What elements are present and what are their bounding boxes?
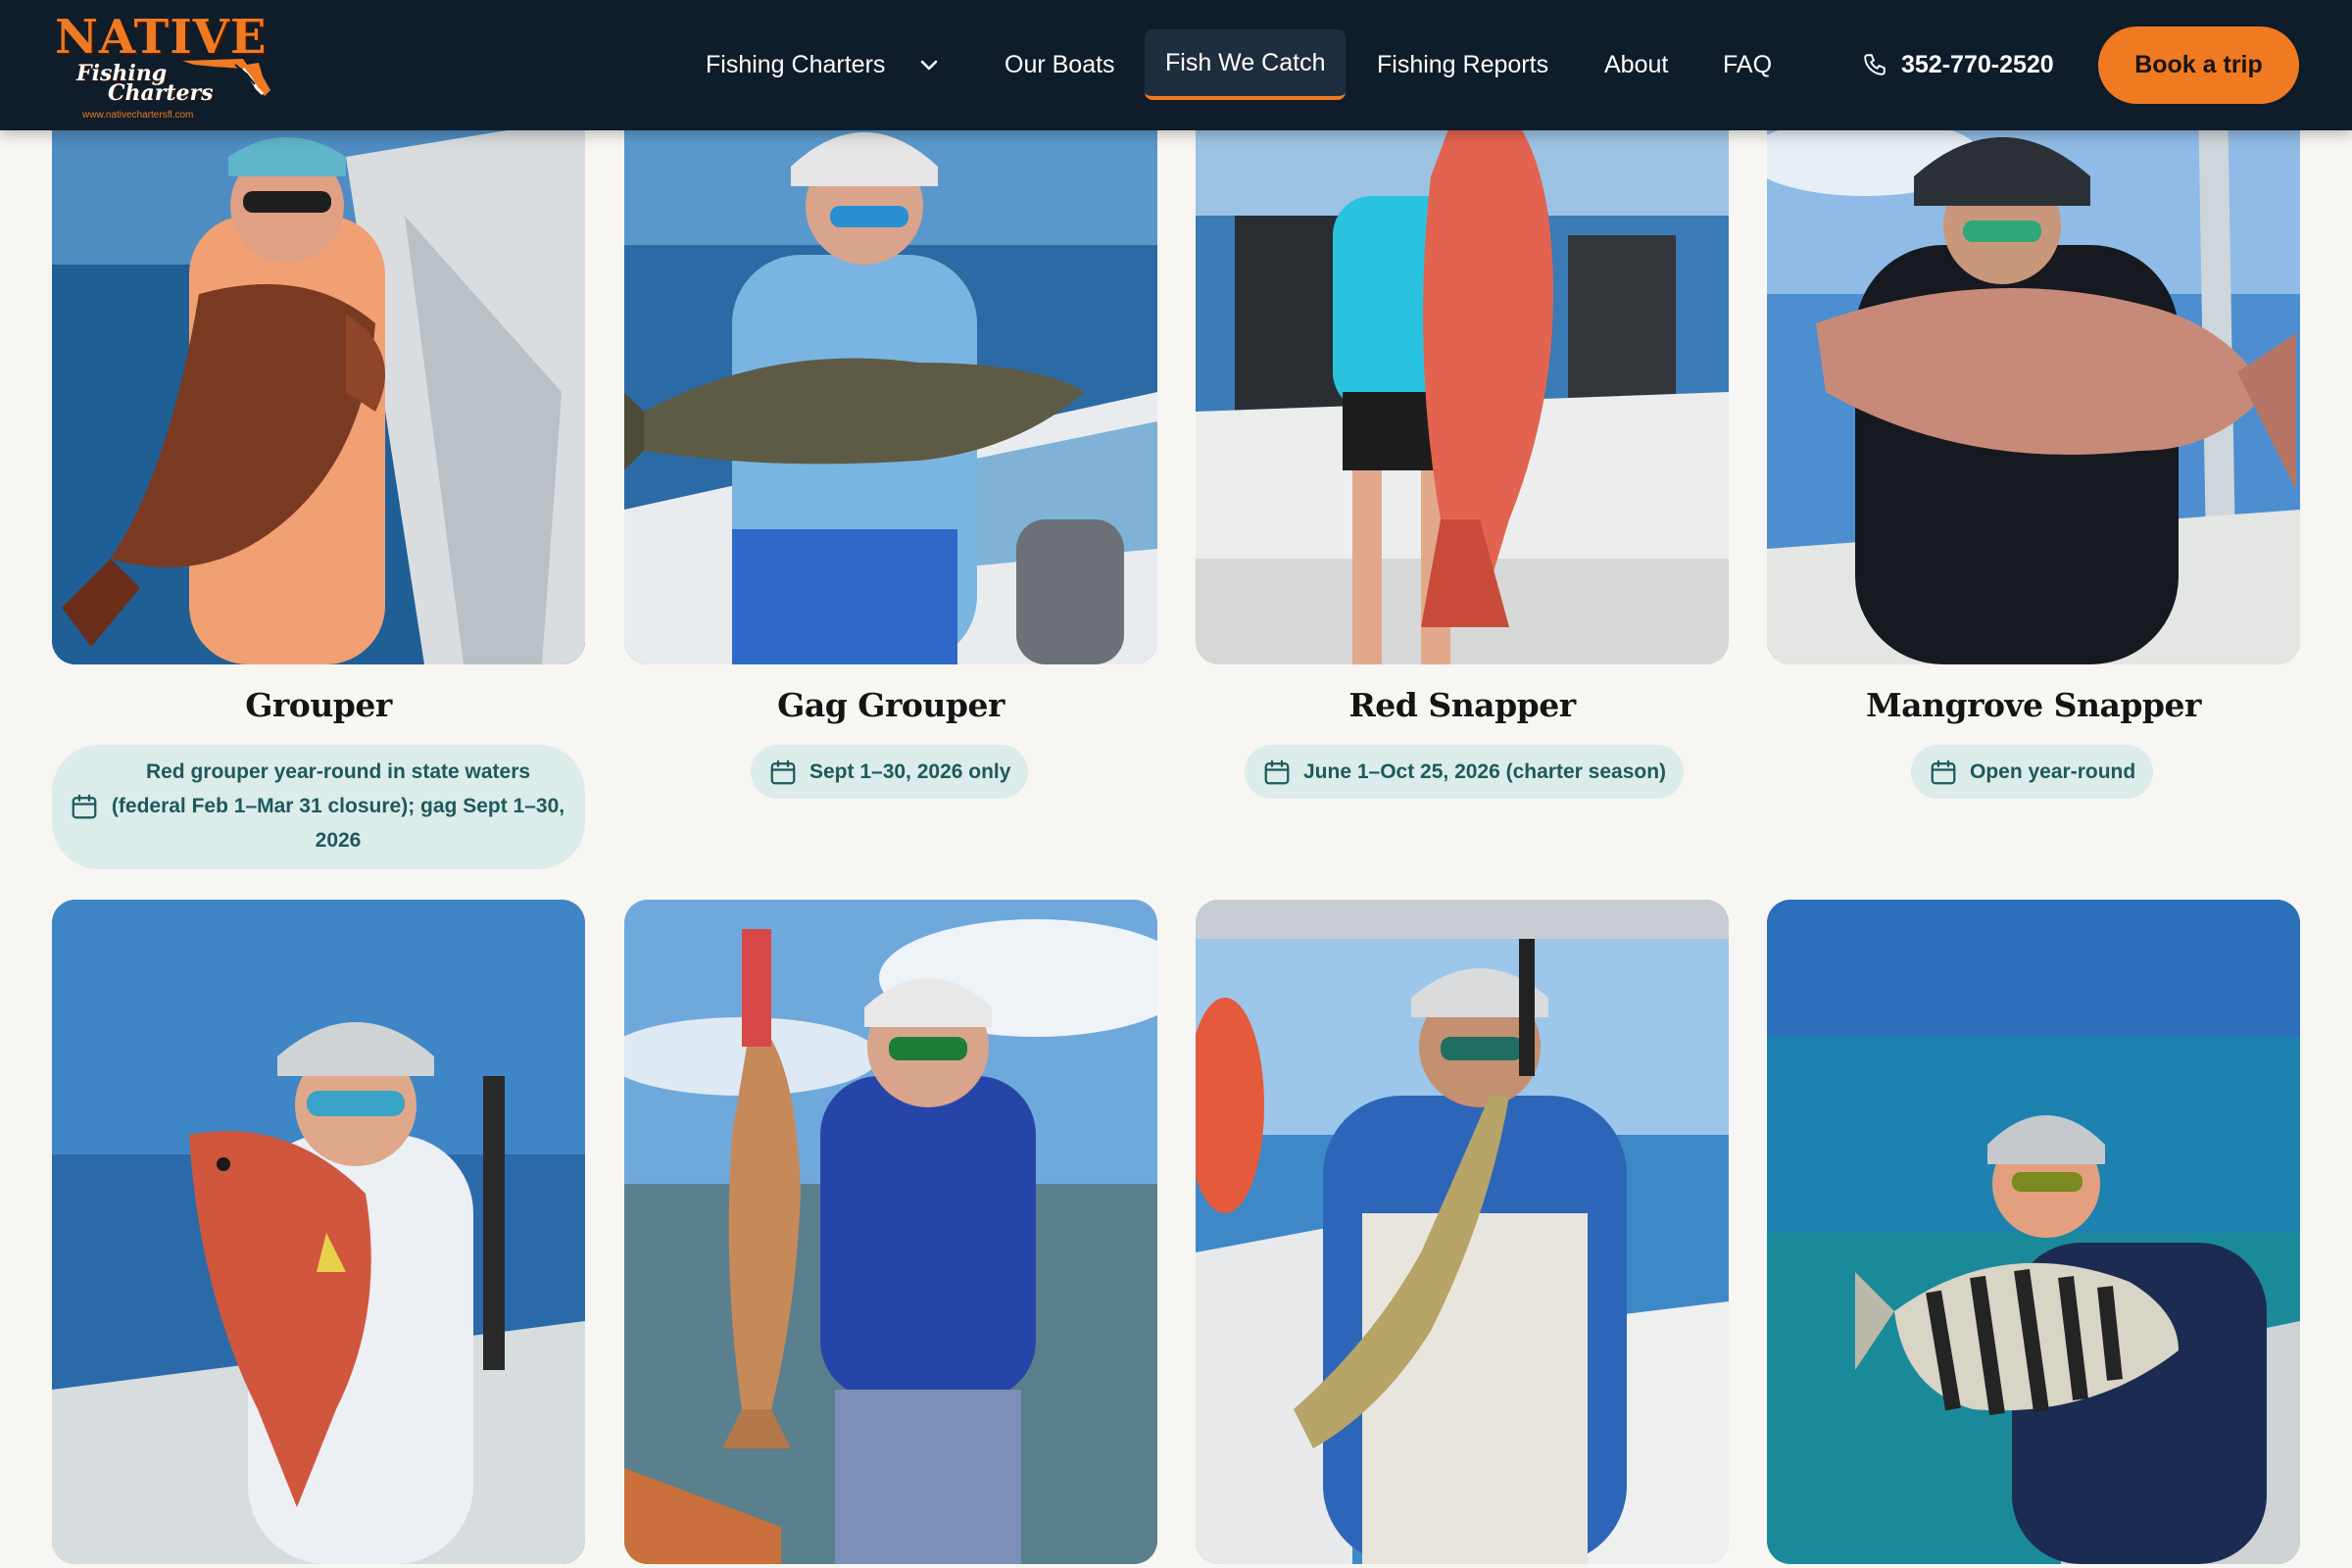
calendar-icon <box>770 760 796 784</box>
fish-photo-grouper[interactable] <box>52 98 585 664</box>
season-badge-red-snapper: June 1–Oct 25, 2026 (charter season) <box>1245 745 1685 799</box>
hogfish-photo-image <box>52 900 585 1564</box>
calendar-icon <box>1264 760 1290 784</box>
logo-url: www.nativechartersfl.com <box>82 110 194 121</box>
fish-name-grouper: Grouper <box>245 686 392 724</box>
nav-fishing-charters-label: Fishing Charters <box>706 50 886 78</box>
grouper-photo-image <box>52 98 585 664</box>
season-text-mangrove-snapper: Open year-round <box>1970 760 2136 783</box>
logo-title: NATIVE <box>55 10 268 65</box>
season-badge-gag-grouper: Sept 1–30, 2026 only <box>751 745 1029 799</box>
season-badge-mangrove-snapper: Open year-round <box>1911 745 2154 799</box>
book-trip-button[interactable]: Book a trip <box>2098 26 2299 104</box>
nav-faq[interactable]: FAQ <box>1723 29 1772 100</box>
nav-fish-we-catch[interactable]: Fish We Catch <box>1145 29 1347 100</box>
nav-about[interactable]: About <box>1604 29 1668 100</box>
fish-photo-red-snapper[interactable] <box>1196 98 1729 664</box>
season-text-grouper: Red grouper year-round in state waters (… <box>111 760 565 852</box>
chevron-down-icon[interactable] <box>918 54 940 75</box>
nav-fishing-charters[interactable]: Fishing Charters <box>706 29 940 100</box>
mangrove-snapper-photo-image <box>1767 98 2300 664</box>
redfish-photo-image <box>624 900 1157 1564</box>
sheepshead-photo-image <box>1767 900 2300 1564</box>
fish-name-red-snapper: Red Snapper <box>1348 686 1576 724</box>
site-header: NATIVE Fishing Charters www.nativecharte… <box>0 0 2352 130</box>
fish-name-mangrove-snapper: Mangrove Snapper <box>1866 686 2201 724</box>
fish-photo-seatrout[interactable] <box>1196 900 1729 1564</box>
phone-icon <box>1864 54 1886 75</box>
red-snapper-photo-image <box>1196 98 1729 664</box>
nav-our-boats[interactable]: Our Boats <box>1004 29 1115 100</box>
gag-grouper-photo-image <box>624 98 1157 664</box>
logo-charters: Charters <box>108 80 214 106</box>
phone-number: 352-770-2520 <box>1901 50 2054 78</box>
seatrout-photo-image <box>1196 900 1729 1564</box>
phone-link[interactable]: 352-770-2520 <box>1862 29 2054 100</box>
fish-photo-mangrove-snapper[interactable] <box>1767 98 2300 664</box>
calendar-icon <box>1931 760 1956 784</box>
site-logo[interactable]: NATIVE Fishing Charters www.nativecharte… <box>49 10 270 121</box>
calendar-icon <box>72 794 97 818</box>
fish-photo-sheepshead[interactable] <box>1767 900 2300 1564</box>
season-badge-grouper: Red grouper year-round in state waters (… <box>52 745 585 869</box>
fish-name-gag-grouper: Gag Grouper <box>777 686 1004 724</box>
fish-photo-gag-grouper[interactable] <box>624 98 1157 664</box>
season-text-gag-grouper: Sept 1–30, 2026 only <box>809 760 1011 783</box>
fish-photo-redfish[interactable] <box>624 900 1157 1564</box>
fish-photo-hogfish[interactable] <box>52 900 585 1564</box>
season-text-red-snapper: June 1–Oct 25, 2026 (charter season) <box>1303 760 1667 783</box>
nav-fishing-reports[interactable]: Fishing Reports <box>1377 29 1548 100</box>
